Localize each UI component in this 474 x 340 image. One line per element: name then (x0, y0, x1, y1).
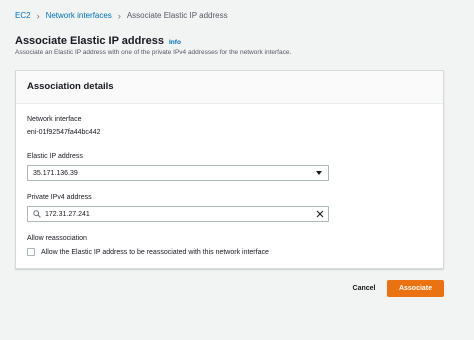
elastic-ip-label: Elastic IP address (27, 153, 83, 160)
search-icon (33, 210, 41, 220)
breadcrumb-ec2-link[interactable]: EC2 (15, 10, 31, 22)
page-title-row: Associate Elastic IP address Info (15, 35, 181, 47)
caret-down-icon (316, 171, 322, 175)
private-ip-label: Private IPv4 address (27, 194, 92, 201)
breadcrumb-current: Associate Elastic IP address (126, 11, 228, 20)
associate-button[interactable]: Associate (387, 280, 444, 297)
chevron-right-icon: › (36, 11, 40, 21)
network-interface-label: Network interface (27, 116, 82, 123)
cancel-button[interactable]: Cancel (343, 280, 385, 297)
breadcrumb-network-interfaces-link[interactable]: Network interfaces (46, 10, 112, 22)
private-ip-value: 172.31.27.241 (45, 210, 90, 218)
reassociation-checkbox-row[interactable]: Allow the Elastic IP address to be reass… (27, 248, 269, 256)
association-details-panel: Association details Network interface en… (15, 70, 444, 269)
info-link[interactable]: Info (169, 39, 181, 46)
page-description: Associate an Elastic IP address with one… (15, 49, 292, 56)
reassociation-label: Allow reassociation (27, 235, 87, 242)
page-title: Associate Elastic IP address (15, 35, 164, 47)
close-icon[interactable] (316, 210, 324, 220)
reassociation-checkbox-label: Allow the Elastic IP address to be reass… (41, 248, 269, 256)
network-interface-value: eni-01f92547fa44bc442 (27, 129, 101, 136)
chevron-right-icon: › (117, 11, 121, 21)
elastic-ip-selected-value: 35.171.136.39 (33, 169, 78, 177)
elastic-ip-select[interactable]: 35.171.136.39 (27, 165, 329, 181)
private-ip-input[interactable]: 172.31.27.241 (27, 206, 329, 222)
panel-title: Association details (16, 71, 443, 104)
breadcrumb: EC2 › Network interfaces › Associate Ela… (15, 10, 228, 22)
reassociation-checkbox[interactable] (27, 248, 35, 256)
